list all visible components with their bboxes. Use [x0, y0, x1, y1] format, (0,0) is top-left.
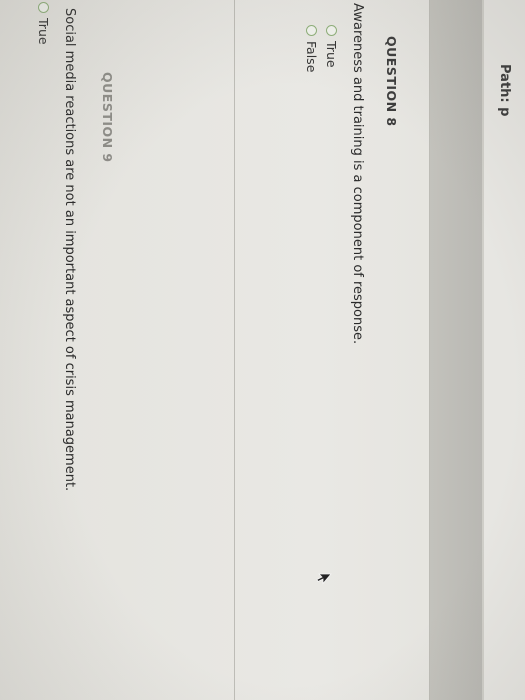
path-label: Path: p [497, 64, 512, 117]
radio-button[interactable] [38, 2, 49, 13]
quiz-screen: Path: p QUESTION 8 Awareness and trainin… [0, 0, 525, 700]
option-label: False [304, 41, 319, 73]
question-9-option-true[interactable]: True [36, 2, 51, 45]
option-label: True [324, 41, 339, 68]
question-8-option-true[interactable]: True [324, 25, 339, 68]
divider [429, 0, 430, 700]
editor-toolbar-band [430, 0, 482, 700]
question-8-heading: QUESTION 8 [384, 36, 399, 127]
path-bar: Path: p [482, 0, 525, 700]
question-8-option-false[interactable]: False [304, 25, 319, 72]
photo-frame: Path: p QUESTION 8 Awareness and trainin… [0, 0, 525, 700]
question-8-text: Awareness and training is a component of… [350, 3, 365, 345]
radio-button[interactable] [326, 25, 337, 36]
option-label: True [36, 18, 51, 45]
radio-button[interactable] [306, 25, 317, 36]
question-9-text: Social media reactions are not an import… [62, 8, 77, 492]
question-9-heading: QUESTION 9 [100, 72, 115, 163]
divider [234, 0, 235, 700]
